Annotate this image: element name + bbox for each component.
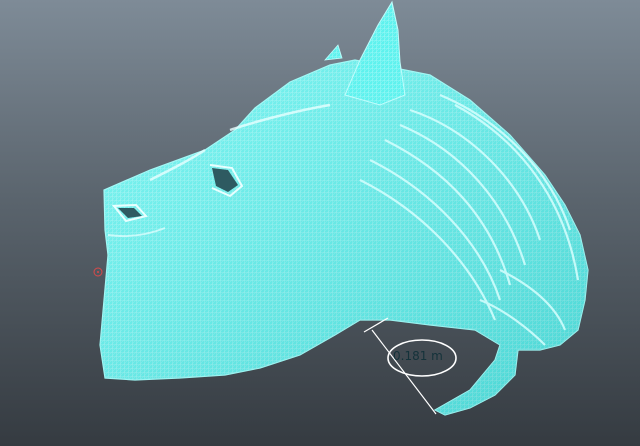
horn-mesh[interactable] <box>344 0 406 106</box>
viewport-scene[interactable] <box>0 0 640 446</box>
distance-readout: 0.181 m <box>393 349 443 363</box>
3d-viewport[interactable]: 0.181 m <box>0 0 640 446</box>
distance-measure-tool[interactable] <box>363 317 457 415</box>
pivot-target-icon[interactable] <box>93 267 103 277</box>
